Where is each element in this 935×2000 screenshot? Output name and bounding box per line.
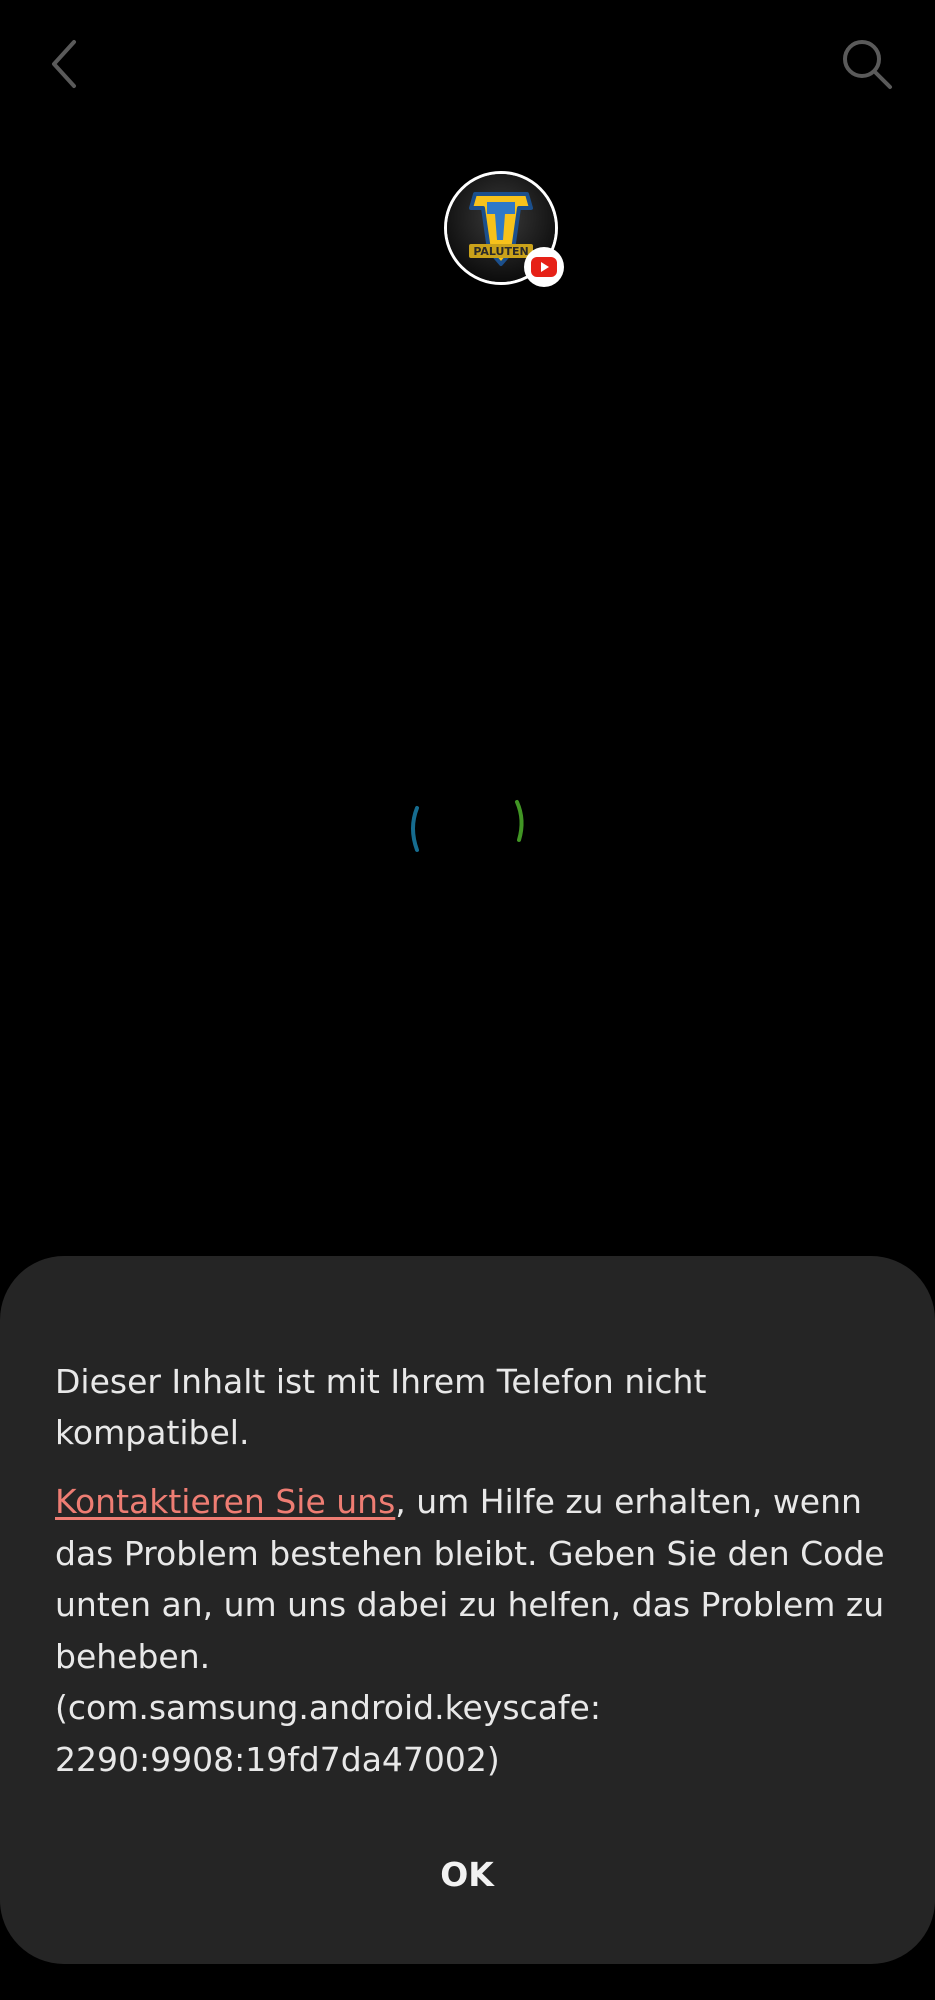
ok-button[interactable]: OK	[367, 1836, 567, 1912]
loading-spinner	[411, 800, 524, 852]
top-app-bar	[0, 0, 935, 130]
chevron-left-icon	[52, 40, 76, 88]
youtube-play-icon	[531, 257, 557, 277]
dialog-message: Kontaktieren Sie uns, um Hilfe zu erhalt…	[55, 1476, 885, 1785]
back-button[interactable]	[36, 28, 92, 100]
contact-us-link[interactable]: Kontaktieren Sie uns	[55, 1482, 395, 1521]
search-icon	[843, 40, 892, 89]
error-code: (com.samsung.android.keyscafe: 2290:9908…	[55, 1688, 601, 1779]
search-button[interactable]	[835, 28, 899, 100]
incompatible-content-dialog: Dieser Inhalt ist mit Ihrem Telefon nich…	[0, 1256, 935, 1964]
app-screen: PALUTEN Dieser Inhalt ist mit Ihrem Tele…	[0, 0, 935, 2000]
avatar-logo-text: PALUTEN	[473, 245, 528, 258]
channel-avatar-container[interactable]: PALUTEN	[444, 171, 564, 287]
dialog-title: Dieser Inhalt ist mit Ihrem Telefon nich…	[55, 1362, 707, 1452]
youtube-badge	[524, 247, 564, 287]
